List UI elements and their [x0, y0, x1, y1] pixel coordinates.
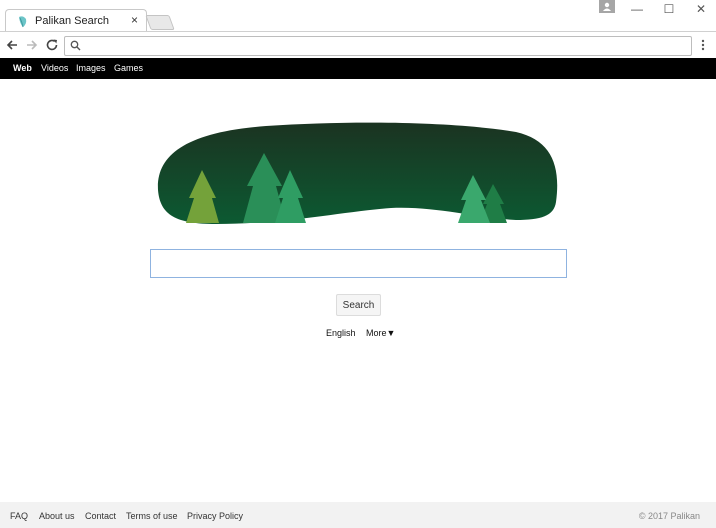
tab-close-button[interactable]: × — [131, 13, 138, 27]
copyright-text: © 2017 Palikan — [638, 511, 700, 521]
footer-terms-link[interactable]: Terms of use — [126, 511, 178, 521]
browser-toolbar — [0, 31, 716, 59]
footer-about-link[interactable]: About us — [39, 511, 75, 521]
profile-glyph-icon — [603, 2, 611, 11]
site-footer: FAQ About us Contact Terms of use Privac… — [0, 502, 716, 528]
browser-tab[interactable]: Palikan Search × — [5, 9, 147, 33]
new-tab-button[interactable] — [145, 15, 175, 30]
search-button[interactable]: Search — [336, 294, 381, 316]
window-minimize-button[interactable]: — — [630, 2, 644, 16]
reload-icon[interactable] — [45, 38, 59, 52]
site-nav: Web Videos Images Games — [0, 58, 716, 79]
footer-privacy-link[interactable]: Privacy Policy — [187, 511, 243, 521]
search-input[interactable] — [151, 250, 566, 277]
footer-faq-link[interactable]: FAQ — [10, 511, 28, 521]
profile-icon[interactable] — [599, 0, 615, 13]
nav-games[interactable]: Games — [114, 63, 143, 73]
language-english-link[interactable]: English — [326, 328, 356, 338]
search-box[interactable] — [150, 249, 567, 278]
tab-title: Palikan Search — [35, 15, 109, 27]
arrow-left-icon[interactable] — [5, 38, 19, 52]
window-close-button[interactable]: ✕ — [694, 2, 708, 16]
nav-images[interactable]: Images — [76, 63, 106, 73]
browser-titlebar: Palikan Search × — ☐ ✕ — [0, 0, 716, 33]
footer-contact-link[interactable]: Contact — [85, 511, 116, 521]
palikan-leaf-icon — [19, 16, 27, 28]
hero-forest-logo — [157, 122, 558, 224]
search-icon — [70, 40, 81, 51]
nav-videos[interactable]: Videos — [41, 63, 68, 73]
window-maximize-button[interactable]: ☐ — [662, 2, 676, 16]
vertical-dots-icon[interactable] — [700, 38, 706, 52]
arrow-right-icon[interactable] — [25, 38, 39, 52]
address-bar[interactable] — [64, 36, 692, 56]
language-more-dropdown[interactable]: More▼ — [366, 328, 395, 338]
nav-web[interactable]: Web — [13, 63, 32, 73]
